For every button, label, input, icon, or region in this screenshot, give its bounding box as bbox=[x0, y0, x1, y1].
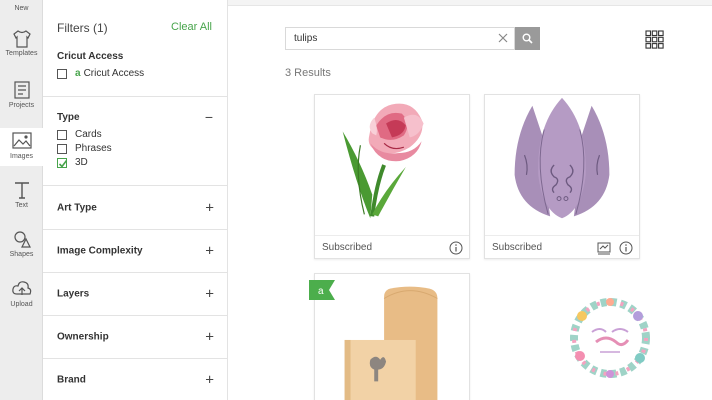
info-icon[interactable] bbox=[449, 241, 463, 255]
image-icon bbox=[11, 132, 32, 149]
art-type-label: Art Type bbox=[57, 202, 97, 213]
art-type-expand-icon: + bbox=[205, 199, 214, 216]
projects-icon bbox=[13, 81, 30, 99]
phrases-checkbox[interactable] bbox=[57, 143, 67, 154]
layers-label: Layers bbox=[57, 288, 90, 299]
ownership-label: Ownership bbox=[57, 331, 109, 342]
type-option-3d[interactable]: 3D bbox=[57, 156, 88, 169]
tool-rail: New Templates Projects Images Text Shape… bbox=[0, 0, 43, 400]
accordion-ownership[interactable]: Ownership + bbox=[43, 315, 228, 358]
divider bbox=[43, 96, 228, 97]
rail-item-images[interactable]: Images bbox=[0, 128, 43, 166]
result-card[interactable]: Subscribed bbox=[484, 94, 640, 259]
rail-label-text: Text bbox=[15, 202, 28, 209]
clear-search-icon[interactable] bbox=[496, 31, 510, 45]
cricut-access-checkbox[interactable] bbox=[57, 68, 67, 79]
layers-expand-icon: + bbox=[205, 285, 214, 302]
shapes-icon bbox=[13, 231, 31, 248]
card-footer: Subscribed bbox=[485, 235, 639, 259]
3d-checkbox[interactable] bbox=[57, 157, 68, 168]
top-bar bbox=[228, 0, 712, 6]
image-complexity-label: Image Complexity bbox=[57, 245, 143, 256]
accordion-brand[interactable]: Brand + bbox=[43, 358, 228, 400]
results-count: 3 Results bbox=[285, 67, 331, 79]
type-heading: Type bbox=[57, 112, 80, 123]
cricut-access-icon: a bbox=[75, 68, 81, 79]
clear-all-link[interactable]: Clear All bbox=[171, 21, 212, 33]
brand-label: Brand bbox=[57, 374, 86, 385]
rail-item-shapes[interactable]: Shapes bbox=[0, 229, 43, 265]
rail-label-projects: Projects bbox=[8, 102, 35, 109]
shirt-icon bbox=[12, 30, 31, 48]
rail-item-templates[interactable]: Templates bbox=[0, 30, 43, 66]
rail-item-projects[interactable]: Projects bbox=[0, 80, 43, 116]
search-button[interactable] bbox=[515, 27, 540, 50]
text-icon bbox=[14, 182, 29, 199]
search-icon bbox=[522, 33, 533, 44]
checkmark-icon bbox=[58, 159, 68, 168]
rail-label-shapes: Shapes bbox=[9, 251, 34, 258]
rail-label-templates: Templates bbox=[5, 50, 38, 57]
filters-title: Filters (1) bbox=[57, 21, 108, 35]
grid-view-icon[interactable] bbox=[645, 30, 664, 49]
upload-icon bbox=[11, 281, 31, 295]
subscription-status: Subscribed bbox=[322, 242, 373, 253]
ownership-expand-icon: + bbox=[205, 328, 214, 345]
rail-item-new[interactable]: New bbox=[0, 0, 43, 18]
phrases-label: Phrases bbox=[75, 143, 112, 154]
cricut-access-heading: Cricut Access bbox=[57, 51, 124, 62]
tulip-card-envelope-image bbox=[344, 286, 438, 400]
accordion-image-complexity[interactable]: Image Complexity + bbox=[43, 229, 228, 272]
cricut-access-option[interactable]: a Cricut Access bbox=[57, 67, 144, 80]
cards-label: Cards bbox=[75, 129, 102, 140]
purple-3d-tulip-image bbox=[514, 97, 610, 219]
rail-label-upload: Upload bbox=[10, 301, 33, 308]
filters-panel: Filters (1) Clear All Cricut Access a Cr… bbox=[43, 0, 228, 400]
image-complexity-expand-icon: + bbox=[205, 242, 214, 259]
search-box bbox=[285, 27, 515, 50]
rail-item-text[interactable]: Text bbox=[0, 180, 43, 216]
craft-blog-watermark bbox=[566, 294, 654, 382]
3d-label: 3D bbox=[75, 157, 88, 168]
cards-checkbox[interactable] bbox=[57, 129, 67, 140]
card-footer: Subscribed bbox=[315, 235, 469, 259]
result-card[interactable]: a bbox=[309, 273, 470, 400]
accordion-art-type[interactable]: Art Type + bbox=[43, 186, 228, 229]
rail-label-new: New bbox=[14, 5, 29, 12]
cut-ready-icon bbox=[597, 242, 611, 255]
cricut-access-label: Cricut Access bbox=[83, 68, 145, 79]
brand-expand-icon: + bbox=[205, 371, 214, 388]
search-input[interactable] bbox=[286, 28, 491, 49]
pink-tulip-image bbox=[342, 103, 424, 219]
result-card[interactable]: Subscribed bbox=[314, 94, 470, 259]
subscription-status: Subscribed bbox=[492, 242, 543, 253]
accordion-layers[interactable]: Layers + bbox=[43, 272, 228, 315]
type-collapse-toggle[interactable]: − bbox=[205, 110, 213, 124]
rail-label-images: Images bbox=[10, 153, 33, 160]
type-option-phrases[interactable]: Phrases bbox=[57, 142, 112, 155]
info-icon[interactable] bbox=[619, 241, 633, 255]
type-option-cards[interactable]: Cards bbox=[57, 128, 102, 141]
rail-item-upload[interactable]: Upload bbox=[0, 279, 43, 315]
